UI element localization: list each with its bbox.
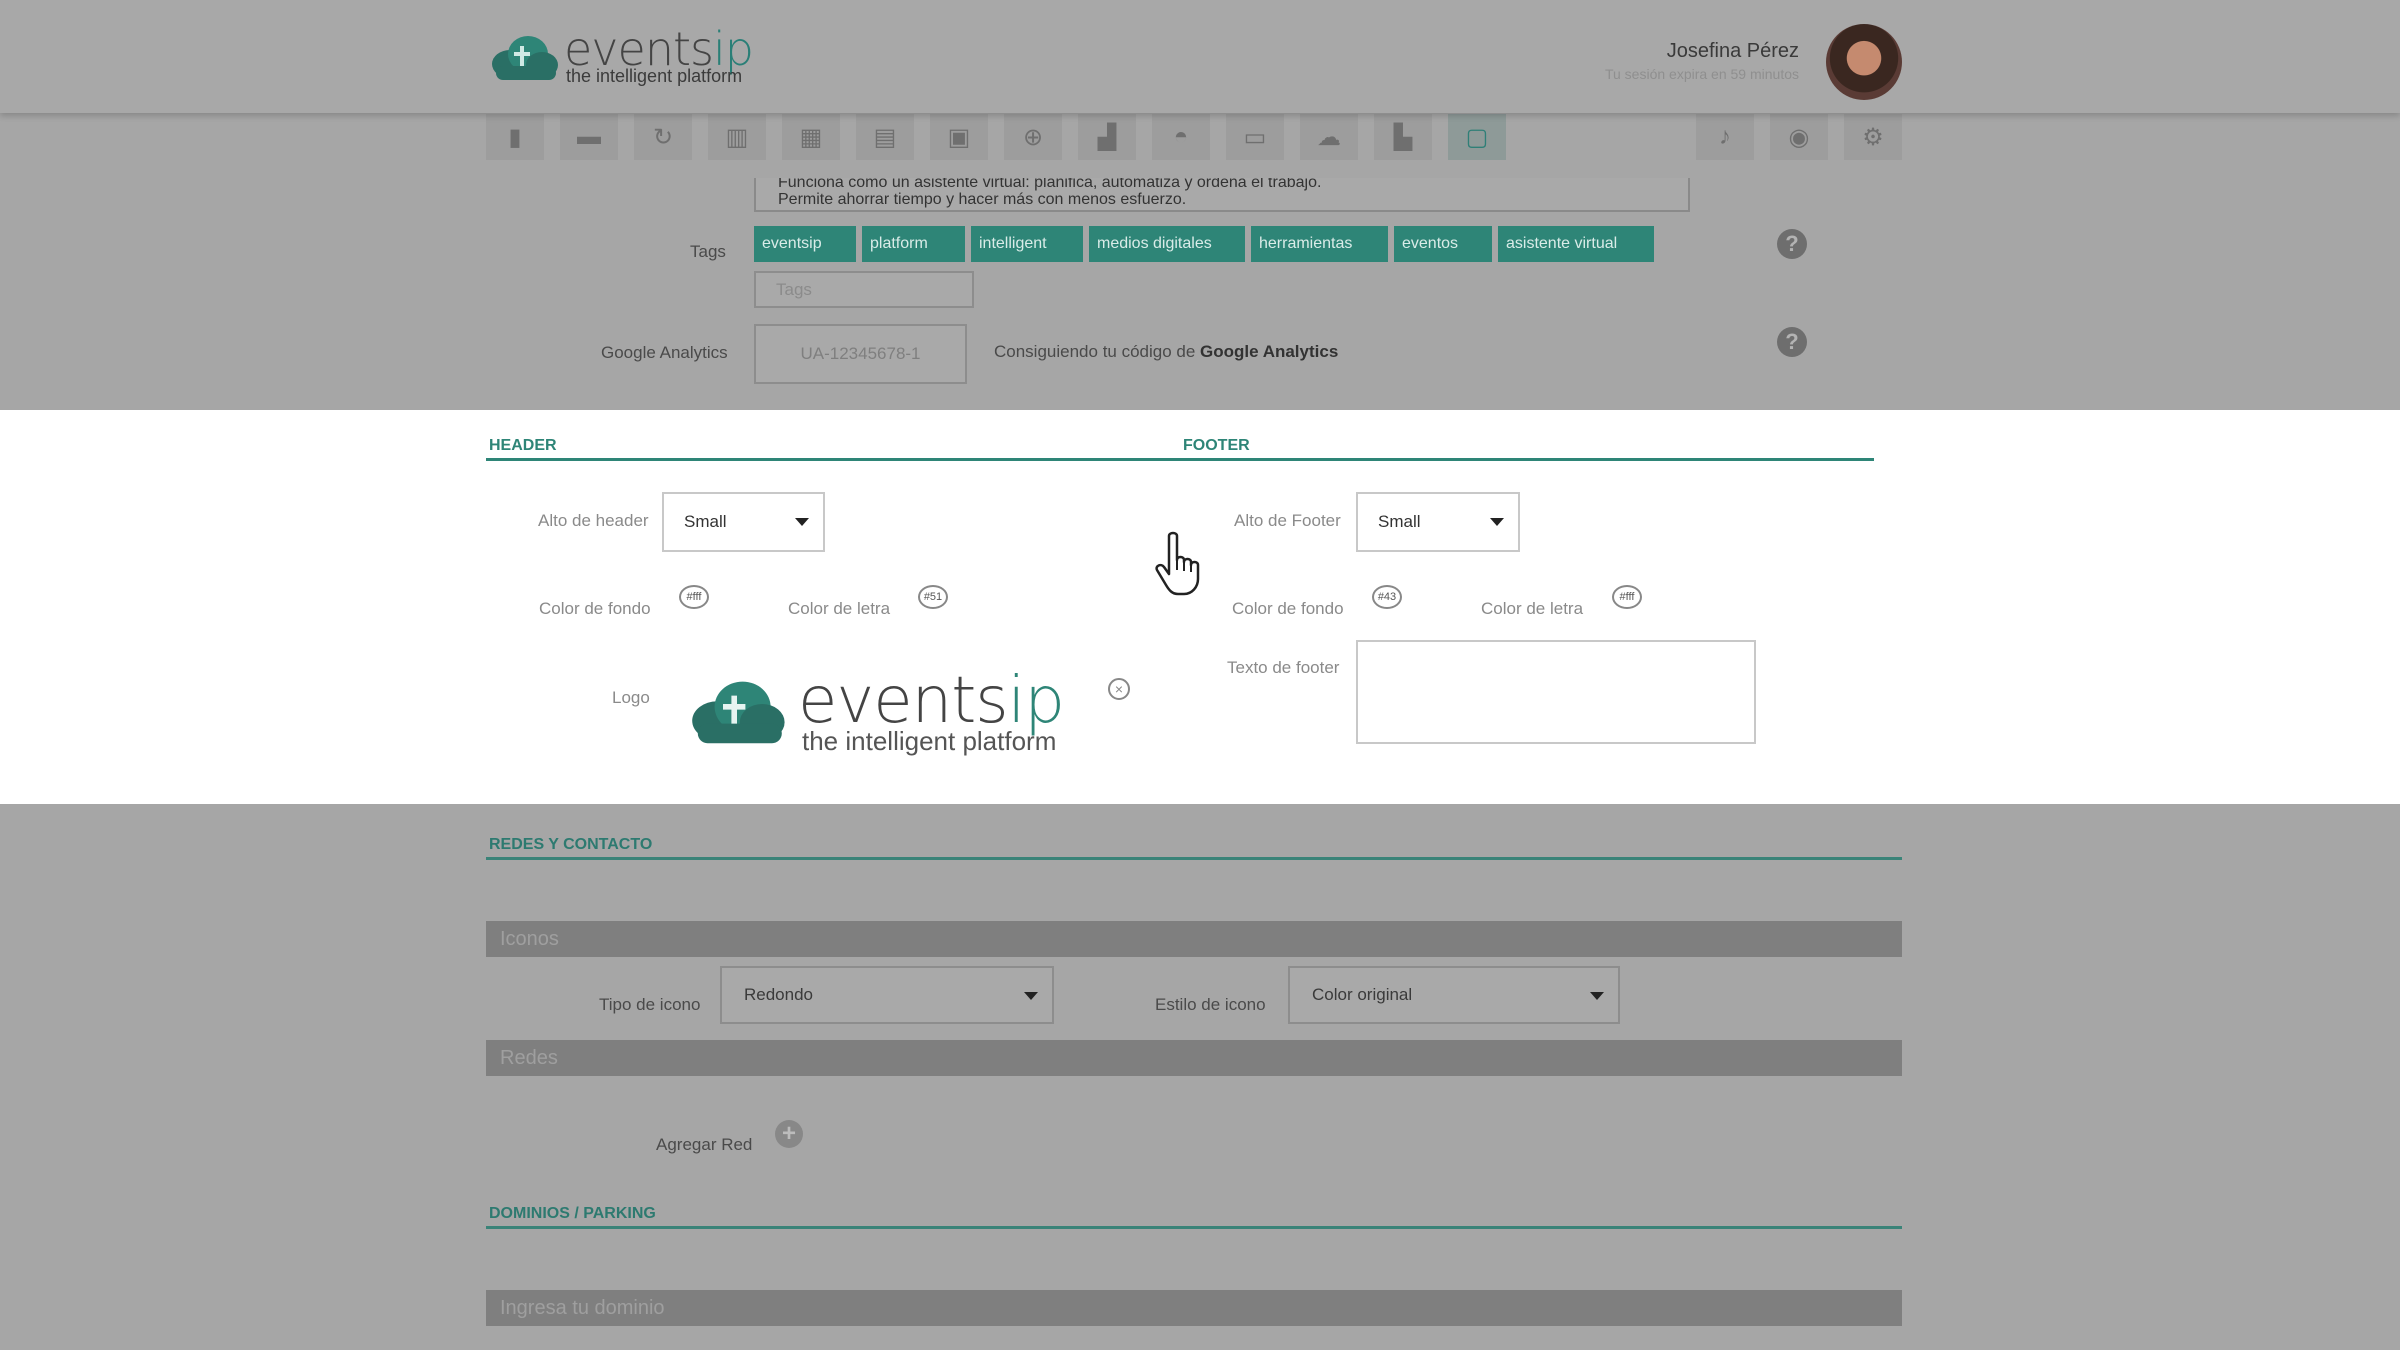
header-height-select[interactable]: Small: [662, 492, 825, 552]
domain-input[interactable]: Ingresa tu dominio: [486, 1290, 1902, 1326]
brand-tagline: the intelligent platform: [566, 66, 743, 86]
footer-bg-swatch[interactable]: #43: [1372, 585, 1402, 609]
icon-style-label: Estilo de icono: [1155, 995, 1266, 1014]
footer-text-input[interactable]: [1356, 640, 1756, 744]
session-note: Tu sesión expira en 59 minutos: [1604, 66, 1799, 82]
refresh-icon[interactable]: ↻: [634, 114, 692, 160]
add-network-icon[interactable]: +: [775, 1120, 803, 1148]
icon-style-select[interactable]: Color original: [1288, 966, 1620, 1024]
module-toolbar: ▮ ▬ ↻ ▥ ▦ ▤ ▣ ⊕ ▟ ◓ ▭ ☁ ▙ ▢ ♪ ◉ ⚙: [486, 114, 1904, 160]
header-bg-label: Color de fondo: [539, 599, 651, 618]
logo-label: Logo: [612, 688, 650, 707]
section-divider: [486, 857, 1902, 860]
header-section-title: HEADER: [489, 437, 557, 454]
ticket-icon[interactable]: ▭: [1226, 114, 1284, 160]
tag-chip[interactable]: eventos: [1394, 226, 1492, 262]
tag-chip[interactable]: asistente virtual: [1498, 226, 1654, 262]
calculator-icon[interactable]: ▤: [856, 114, 914, 160]
cloud-logo-icon: [692, 681, 785, 744]
chevron-down-icon: [1490, 518, 1504, 526]
footer-section-title: FOOTER: [1183, 437, 1250, 454]
circle-icon[interactable]: ◉: [1770, 114, 1828, 160]
description-textarea[interactable]: Funciona como un asistente virtual: plan…: [754, 178, 1690, 212]
gear-icon[interactable]: ⚙: [1844, 114, 1902, 160]
tags-help-icon[interactable]: ?: [1777, 229, 1807, 259]
user-name[interactable]: Josefina Pérez: [1667, 40, 1799, 63]
book-icon[interactable]: ▮: [486, 114, 544, 160]
icon-type-select[interactable]: Redondo: [720, 966, 1054, 1024]
footer-text-color-label: Color de letra: [1481, 599, 1584, 618]
description-line-1: Funciona como un asistente virtual: plan…: [778, 178, 1322, 191]
analytics-help-icon[interactable]: ?: [1777, 327, 1807, 357]
briefcase-icon[interactable]: ▬: [560, 114, 618, 160]
tag-chip[interactable]: medios digitales: [1089, 226, 1245, 262]
tag-chip[interactable]: eventsip: [754, 226, 856, 262]
top-header: eventsip the intelligent platform Josefi…: [0, 0, 2400, 113]
footer-height-label: Alto de Footer: [1234, 511, 1341, 530]
tags-label: Tags: [690, 242, 726, 261]
analytics-input[interactable]: UA-12345678-1: [754, 324, 967, 384]
icons-subsection-bar: Iconos: [486, 921, 1902, 957]
devices-icon[interactable]: ▢: [1448, 114, 1506, 160]
cloud-upload-icon[interactable]: ☁: [1300, 114, 1358, 160]
analytics-label: Google Analytics: [601, 343, 728, 362]
tag-chip[interactable]: herramientas: [1251, 226, 1388, 262]
tag-list: eventsip platform intelligent medios dig…: [754, 226, 1654, 262]
header-footer-section: [0, 410, 2400, 804]
bar-chart-icon[interactable]: ▟: [1078, 114, 1136, 160]
footer-text-color-swatch[interactable]: #fff: [1612, 585, 1642, 609]
avatar[interactable]: [1826, 24, 1902, 100]
footer-bg-label: Color de fondo: [1232, 599, 1344, 618]
chevron-down-icon: [795, 518, 809, 526]
add-network-label: Agregar Red: [656, 1135, 753, 1154]
header-text-color-swatch[interactable]: #51: [918, 585, 948, 609]
hand-cursor-icon: [1155, 531, 1200, 596]
social-section-title: REDES Y CONTACTO: [489, 836, 653, 853]
tag-chip[interactable]: intelligent: [971, 226, 1083, 262]
id-card-icon[interactable]: ▣: [930, 114, 988, 160]
tag-chip[interactable]: platform: [862, 226, 965, 262]
chevron-down-icon: [1590, 992, 1604, 1000]
brand-logo[interactable]: eventsip the intelligent platform: [488, 22, 778, 88]
dollar-icon[interactable]: ⊕: [1004, 114, 1062, 160]
chevron-down-icon: [1024, 992, 1038, 1000]
analytics-hint[interactable]: Consiguiendo tu código de Google Analyti…: [994, 342, 1338, 362]
footer-height-select[interactable]: Small: [1356, 492, 1520, 552]
remove-logo-icon[interactable]: ×: [1108, 678, 1130, 700]
bell-icon[interactable]: ♪: [1696, 114, 1754, 160]
section-divider: [486, 458, 1874, 461]
brand-tagline: the intelligent platform: [802, 726, 1057, 756]
header-logo-preview[interactable]: eventsip the intelligent platform: [680, 664, 1100, 764]
header-bg-swatch[interactable]: #fff: [679, 585, 709, 609]
icon-type-label: Tipo de icono: [599, 995, 701, 1014]
helmet-icon[interactable]: ◓: [1152, 114, 1210, 160]
calendar-icon[interactable]: ▦: [782, 114, 840, 160]
cloud-logo-icon: [492, 36, 558, 80]
trash-icon[interactable]: ▥: [708, 114, 766, 160]
header-height-label: Alto de header: [538, 511, 649, 530]
footer-text-label: Texto de footer: [1227, 658, 1340, 677]
description-line-2: Permite ahorrar tiempo y hacer más con m…: [778, 191, 1187, 208]
domains-section-title: DOMINIOS / PARKING: [489, 1205, 656, 1222]
networks-subsection-bar: Redes: [486, 1040, 1902, 1076]
section-divider: [486, 1226, 1902, 1229]
header-text-color-label: Color de letra: [788, 599, 891, 618]
factory-icon[interactable]: ▙: [1374, 114, 1432, 160]
tags-input[interactable]: Tags: [754, 271, 974, 308]
